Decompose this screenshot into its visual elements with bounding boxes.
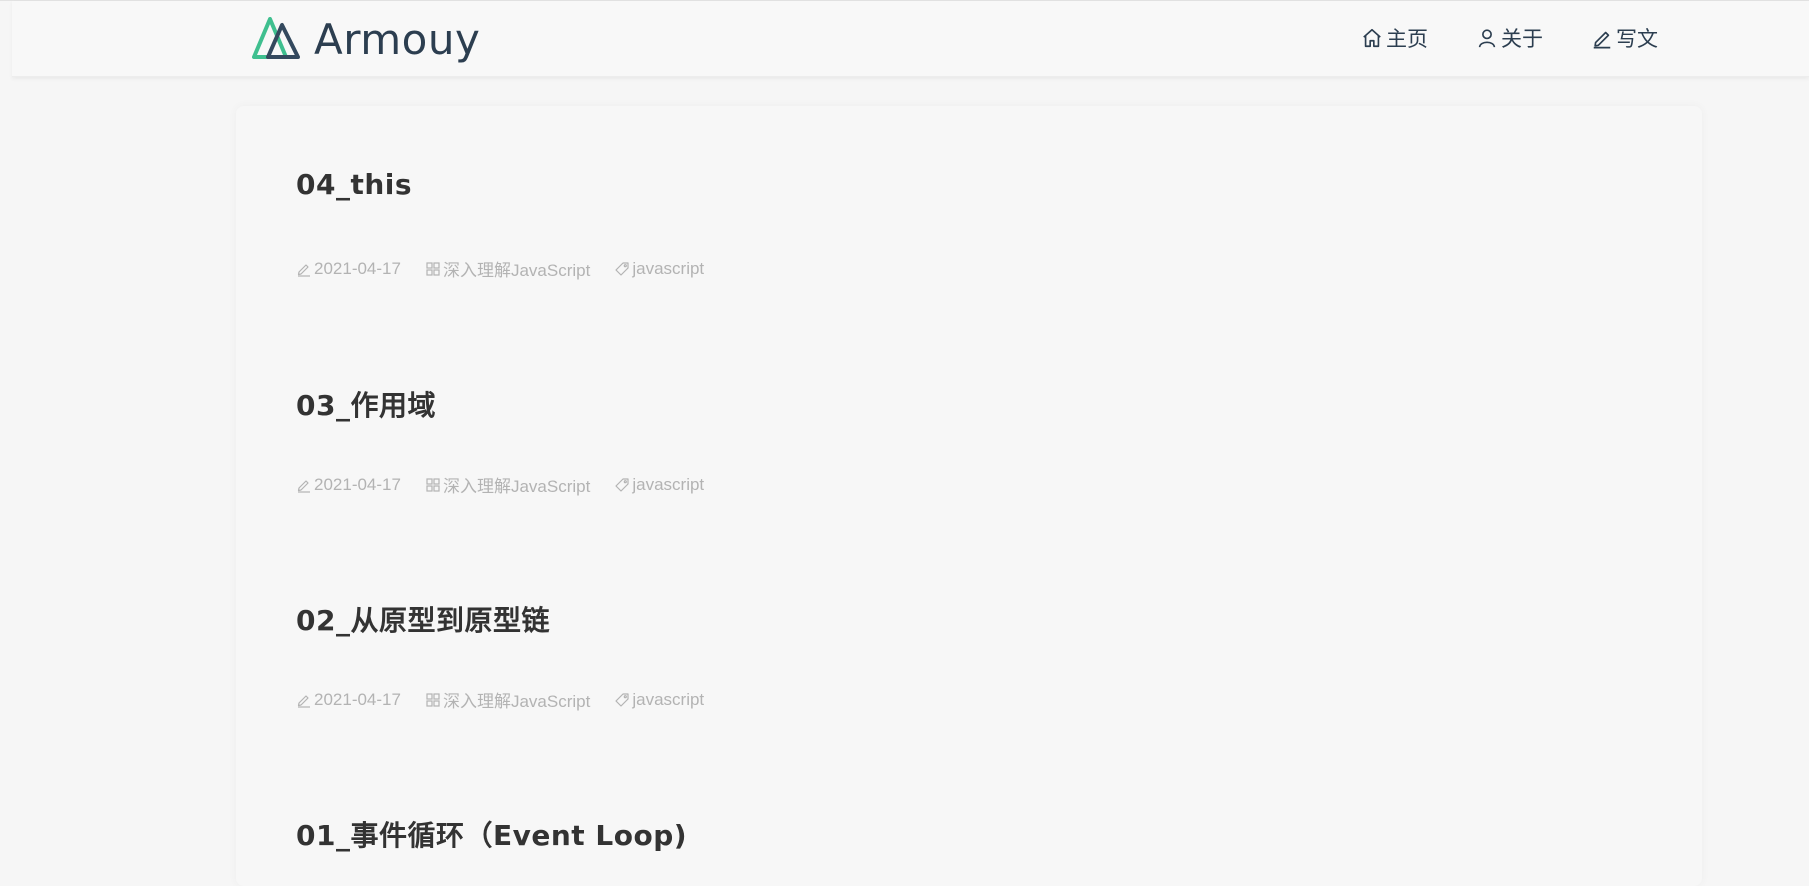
category-grid-icon: [426, 692, 440, 707]
post-date-text: 2021-04-17: [314, 258, 401, 278]
post-date: 2021-04-17: [296, 690, 401, 710]
edit-date-icon: [297, 263, 310, 277]
post-category-text: 深入理解JavaScript: [442, 261, 591, 280]
brand-home-link[interactable]: Armouy: [252, 14, 481, 64]
post-tag[interactable]: javascript: [614, 690, 704, 710]
post-meta: 2021-04-17 深入理解JavaScript javascript: [296, 472, 728, 497]
post-tag-text: javascript: [632, 474, 705, 494]
post-date: 2021-04-17: [296, 259, 401, 279]
post-date-text: 2021-04-17: [314, 689, 401, 709]
nav-home-label: 主页: [1386, 28, 1428, 51]
post-category[interactable]: 深入理解JavaScript: [425, 687, 590, 712]
pencil-icon: [1593, 31, 1611, 49]
main-nav: 主页 关于 写文: [1361, 23, 1658, 53]
tag-icon: [615, 477, 629, 492]
post-tag-text: javascript: [632, 258, 705, 278]
tag-icon: [615, 261, 629, 276]
post-category-text: 深入理解JavaScript: [442, 692, 591, 711]
post-title-link[interactable]: 01_事件循环（Event Loop): [296, 814, 1196, 854]
edit-date-icon: [297, 694, 310, 708]
nav-home[interactable]: 主页: [1361, 23, 1428, 53]
vue-style-logo-icon: [252, 17, 300, 59]
post-title-link[interactable]: 04_this: [296, 168, 1196, 201]
post-title-link[interactable]: 02_从原型到原型链: [296, 599, 1196, 639]
nav-write[interactable]: 写文: [1591, 23, 1658, 53]
nav-about-label: 关于: [1501, 28, 1543, 51]
post-title-link[interactable]: 03_作用域: [296, 384, 1196, 424]
post-item: 04_this 2021-04-17 深入理解JavaScript javasc…: [296, 168, 1196, 280]
nav-about[interactable]: 关于: [1476, 23, 1543, 53]
post-tag[interactable]: javascript: [614, 475, 704, 495]
post-tag[interactable]: javascript: [614, 259, 704, 279]
user-icon: [1478, 29, 1496, 48]
post-category[interactable]: 深入理解JavaScript: [425, 472, 590, 497]
post-item: 01_事件循环（Event Loop): [296, 814, 1196, 854]
edit-date-icon: [297, 479, 310, 493]
post-meta: 2021-04-17 深入理解JavaScript javascript: [296, 256, 728, 281]
post-date: 2021-04-17: [296, 475, 401, 495]
post-date-text: 2021-04-17: [314, 474, 401, 494]
post-category-text: 深入理解JavaScript: [442, 477, 591, 496]
post-category[interactable]: 深入理解JavaScript: [425, 256, 590, 281]
tag-icon: [615, 692, 629, 707]
category-grid-icon: [426, 261, 440, 276]
post-item: 02_从原型到原型链 2021-04-17 深入理解JavaScript jav…: [296, 599, 1196, 711]
category-grid-icon: [426, 477, 440, 492]
post-tag-text: javascript: [632, 689, 705, 709]
post-item: 03_作用域 2021-04-17 深入理解JavaScript javascr…: [296, 384, 1196, 496]
brand-name: Armouy: [314, 14, 481, 64]
nav-write-label: 写文: [1616, 28, 1658, 51]
navbar: Armouy 主页 关于 写文: [12, 1, 1809, 77]
post-meta: 2021-04-17 深入理解JavaScript javascript: [296, 687, 728, 712]
home-icon: [1363, 28, 1381, 48]
